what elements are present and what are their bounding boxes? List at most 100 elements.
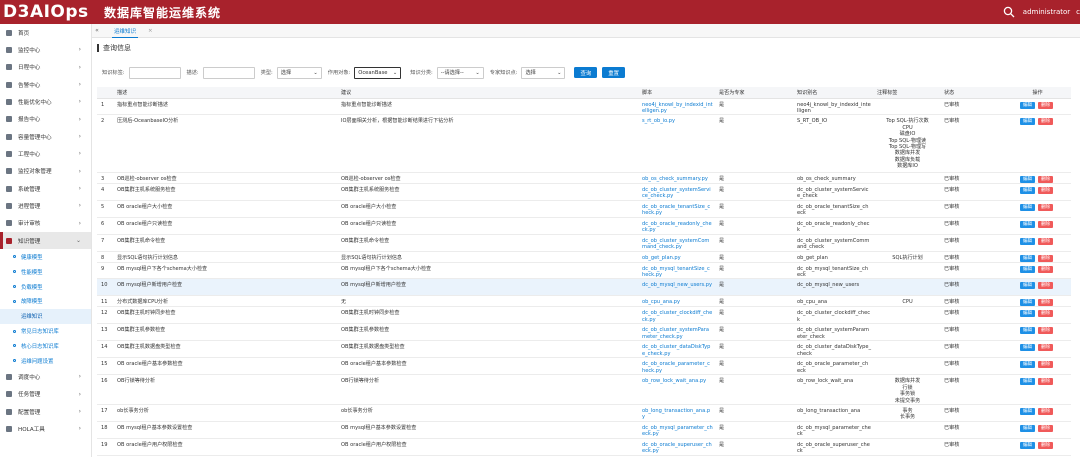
row-script-link[interactable]: s_rt_ob_io.py [638, 114, 715, 173]
edit-button[interactable]: 编辑 [1020, 265, 1035, 273]
sidebar-item[interactable]: 告警中心 › [0, 76, 91, 93]
edit-button[interactable]: 编辑 [1020, 408, 1035, 416]
row-action-buttons: 编辑 删除 [1004, 408, 1069, 416]
sidebar-item[interactable]: 监控中心 › [0, 41, 91, 58]
expert-select[interactable]: 选择 ⌄ [521, 66, 566, 79]
edit-button[interactable]: 编辑 [1020, 299, 1035, 306]
tab-knowledge[interactable]: 运维知识 [110, 24, 140, 38]
row-script-link[interactable]: dc_ob_cluster_systemCommand_check.py [638, 234, 715, 252]
sidebar-item[interactable]: 知识管理 ⌄ [0, 232, 91, 250]
search-icon[interactable] [1003, 6, 1015, 18]
collapse-sidebar-icon[interactable]: « [92, 27, 102, 34]
delete-button[interactable]: 删除 [1038, 282, 1053, 290]
sidebar-item[interactable]: 报告中心 › [0, 111, 91, 128]
delete-button[interactable]: 删除 [1038, 361, 1053, 369]
delete-button[interactable]: 删除 [1038, 186, 1053, 194]
type-select[interactable]: 选择 ⌄ [276, 66, 322, 79]
edit-button[interactable]: 编辑 [1020, 344, 1035, 352]
knowledge-tag-input[interactable] [128, 66, 181, 79]
user-name[interactable]: administrator [1023, 8, 1070, 16]
row-script-link[interactable]: ob_long_transaction_ana.py [638, 404, 715, 423]
delete-button[interactable]: 删除 [1038, 237, 1053, 245]
row-script-link[interactable]: dc_ob_cluster_systemParameter_check.py [638, 323, 715, 342]
edit-button[interactable]: 编辑 [1020, 237, 1035, 245]
row-script-link[interactable]: ob_get_plan.py [638, 251, 715, 263]
delete-button[interactable]: 删除 [1038, 442, 1053, 450]
delete-button[interactable]: 删除 [1038, 265, 1053, 273]
row-script-link[interactable]: dc_ob_oracle_tenantSize_check.py [638, 200, 715, 218]
sidebar-item[interactable]: 系统管理 › [0, 180, 91, 197]
delete-button[interactable]: 删除 [1038, 175, 1053, 183]
row-script-link[interactable]: ob_row_lock_wait_ana.py [638, 374, 715, 406]
query-button[interactable]: 查询 [574, 67, 598, 78]
delete-button[interactable]: 删除 [1038, 344, 1053, 352]
row-script-link[interactable]: dc_ob_oracle_readonly_check.py [638, 217, 715, 235]
sidebar-subitem[interactable]: 核心日志知识库 [0, 339, 91, 354]
delete-button[interactable]: 删除 [1038, 254, 1053, 262]
sidebar-item[interactable]: 监控对象管理 › [0, 163, 91, 180]
edit-button[interactable]: 编辑 [1020, 254, 1035, 262]
category-select[interactable]: --请选择-- ⌄ [436, 66, 484, 79]
edit-button[interactable]: 编辑 [1020, 203, 1035, 211]
sidebar-item[interactable]: HOLA工具 › [0, 420, 91, 437]
table-row: 18 OB mysql租户基本参数设置检查 OB mysql租户基本参数设置检查 dc… [97, 421, 1071, 440]
row-script-link[interactable]: ob_os_check_summary.py [638, 172, 715, 184]
description-input[interactable] [202, 66, 255, 79]
sidebar-subitem[interactable]: 故障模型 [0, 294, 91, 309]
row-script-link[interactable]: dc_ob_oracle_parameter_check.py [638, 357, 715, 376]
delete-button[interactable]: 删除 [1038, 299, 1053, 306]
sidebar-item[interactable]: 首页 [0, 24, 91, 41]
edit-button[interactable]: 编辑 [1020, 282, 1035, 290]
sidebar-item[interactable]: 进程管理 › [0, 197, 91, 214]
delete-button[interactable]: 删除 [1038, 118, 1053, 126]
edit-button[interactable]: 编辑 [1020, 175, 1035, 183]
sidebar-subitem[interactable]: 性能模型 [0, 264, 91, 279]
sidebar-item[interactable]: 容量管理中心 › [0, 128, 91, 145]
sidebar-subitem[interactable]: 常见日志知识库 [0, 324, 91, 339]
edit-button[interactable]: 编辑 [1020, 442, 1035, 450]
sidebar-item[interactable]: 调度中心 › [0, 368, 91, 385]
row-script-link[interactable]: dc_ob_mysql_new_users.py [638, 278, 715, 297]
edit-button[interactable]: 编辑 [1020, 425, 1035, 433]
sidebar-subitem[interactable]: 运维问题设置 [0, 353, 91, 368]
row-script-link[interactable]: dc_ob_oracle_superuser_check.py [638, 438, 715, 457]
delete-button[interactable]: 删除 [1038, 425, 1053, 433]
row-script-link[interactable]: dc_ob_cluster_dataDiskType_check.py [638, 340, 715, 359]
row-script-link[interactable]: dc_ob_mysql_parameter_check.py [638, 421, 715, 440]
sidebar-item[interactable]: 工程中心 › [0, 145, 91, 162]
sidebar-item[interactable]: 配置管理 › [0, 403, 91, 420]
target-select[interactable]: OceanBase ⌄ [354, 66, 402, 79]
edit-button[interactable]: 编辑 [1020, 327, 1035, 335]
close-icon[interactable]: × [148, 28, 153, 34]
row-tags: CPU [873, 295, 940, 308]
edit-button[interactable]: 编辑 [1020, 101, 1035, 109]
reset-button[interactable]: 重置 [602, 67, 626, 78]
sidebar-item[interactable]: 日程中心 › [0, 59, 91, 76]
row-index: 19 [97, 438, 113, 457]
sidebar-item[interactable]: 性能优化中心 › [0, 93, 91, 110]
edit-button[interactable]: 编辑 [1020, 220, 1035, 228]
sidebar-subitem[interactable]: 健康模型 [0, 249, 91, 264]
sidebar-item[interactable]: 任务管理 › [0, 386, 91, 403]
edit-button[interactable]: 编辑 [1020, 118, 1035, 126]
edit-button[interactable]: 编辑 [1020, 361, 1035, 369]
row-script-link[interactable]: ob_cpu_ana.py [638, 295, 715, 308]
delete-button[interactable]: 删除 [1038, 378, 1053, 386]
delete-button[interactable]: 删除 [1038, 408, 1053, 416]
edit-button[interactable]: 编辑 [1020, 378, 1035, 386]
row-script-link[interactable]: dc_ob_cluster_systemService_check.py [638, 183, 715, 201]
delete-button[interactable]: 删除 [1038, 220, 1053, 228]
edit-button[interactable]: 编辑 [1020, 186, 1035, 194]
row-script-link[interactable]: dc_ob_mysql_tenantSize_check.py [638, 262, 715, 280]
row-script-link[interactable]: neo4j_knowl_by_indexid_intelligen.py [638, 98, 715, 116]
sidebar-item[interactable]: 审计审核 › [0, 215, 91, 232]
delete-button[interactable]: 删除 [1038, 101, 1053, 109]
edit-button[interactable]: 编辑 [1020, 310, 1035, 318]
delete-button[interactable]: 删除 [1038, 310, 1053, 318]
sidebar-subitem[interactable]: 负载模型 [0, 279, 91, 294]
delete-button[interactable]: 删除 [1038, 327, 1053, 335]
sidebar-subitem[interactable]: 运维知识 [0, 308, 91, 324]
delete-button[interactable]: 删除 [1038, 203, 1053, 211]
row-script-link[interactable]: dc_ob_cluster_clockdiff_check.py [638, 306, 715, 325]
row-description: OB mysql租户基本参数设置检查 [113, 421, 337, 440]
